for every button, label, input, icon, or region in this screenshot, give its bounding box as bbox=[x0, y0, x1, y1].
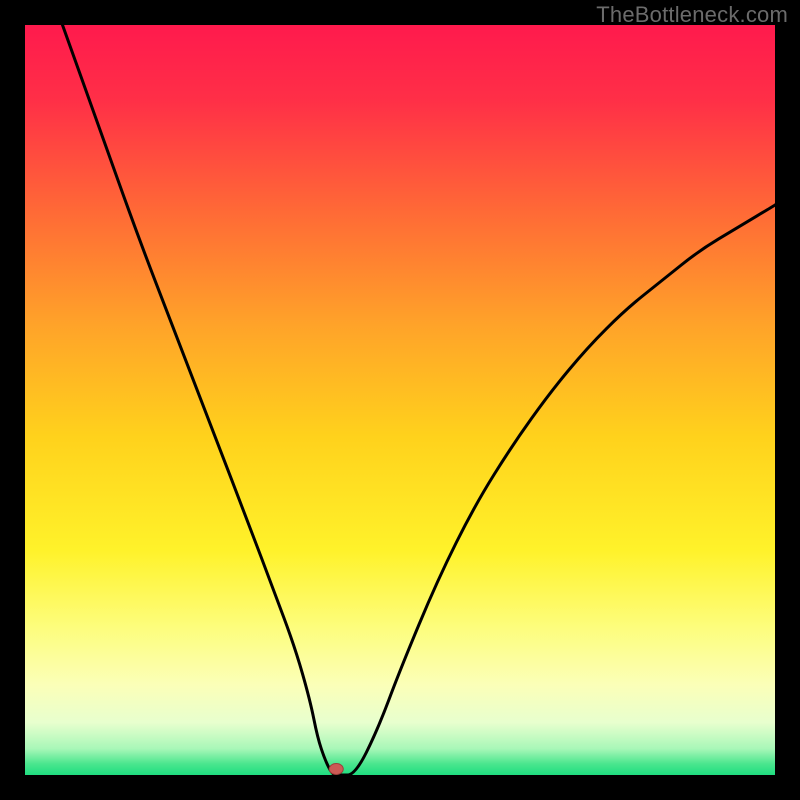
chart-frame: TheBottleneck.com bbox=[0, 0, 800, 800]
optimal-point-marker bbox=[329, 764, 343, 775]
bottleneck-chart bbox=[25, 25, 775, 775]
gradient-background bbox=[25, 25, 775, 775]
